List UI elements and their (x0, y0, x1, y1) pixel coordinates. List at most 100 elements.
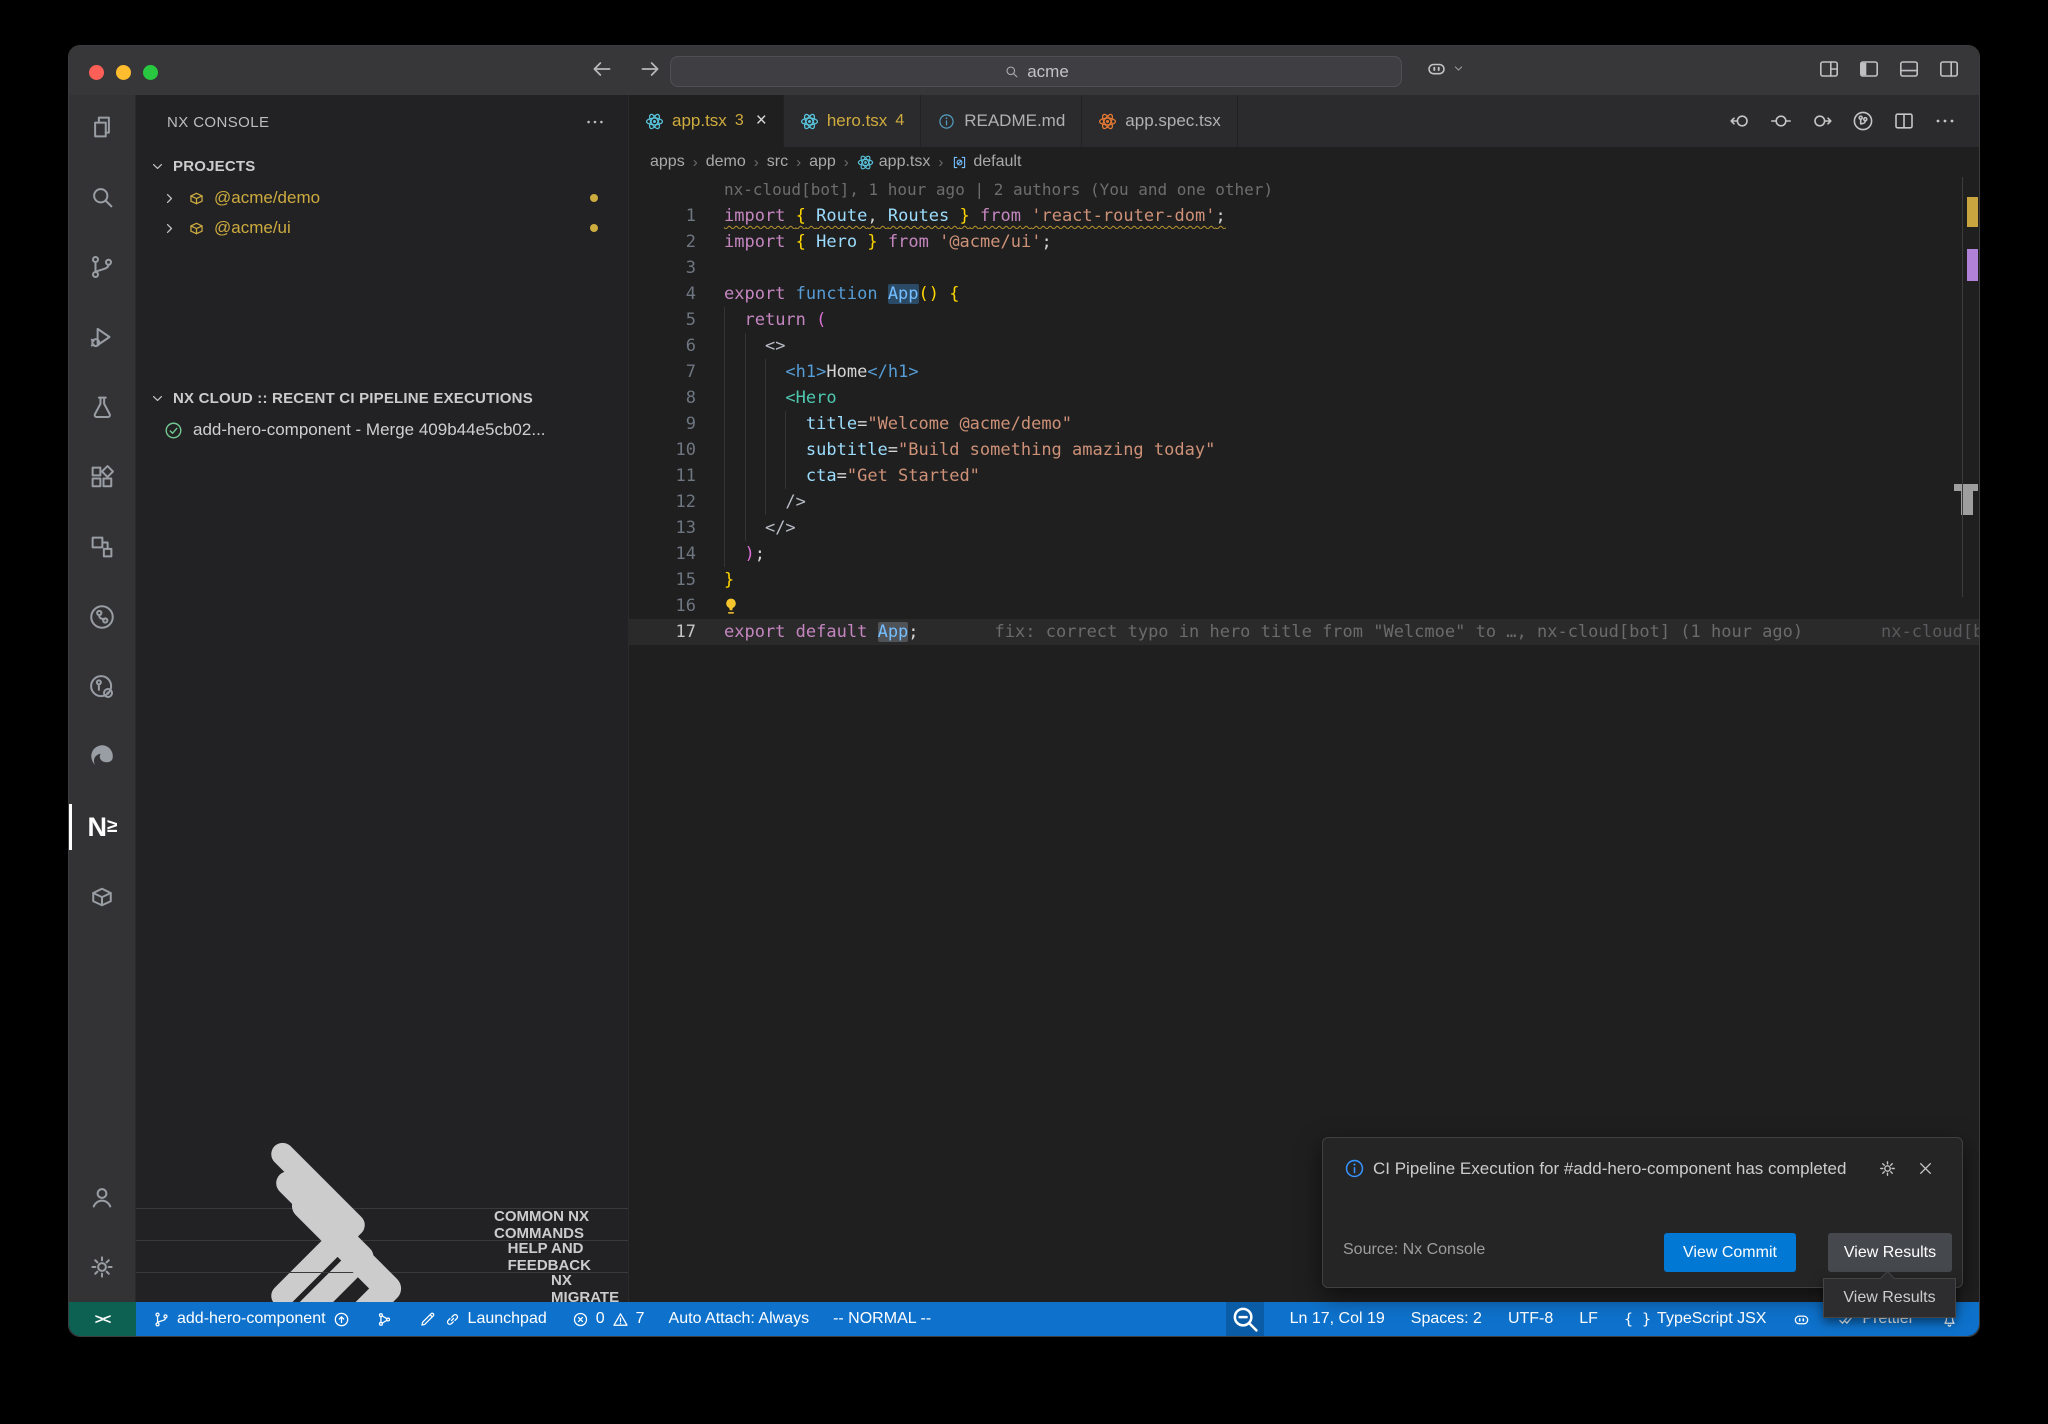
remote-indicator[interactable]: >< (69, 1302, 136, 1336)
tab-hero.tsx[interactable]: hero.tsx 4 (784, 95, 921, 147)
gear-icon[interactable] (1877, 1158, 1898, 1179)
status-cursor-position[interactable]: Ln 17, Col 19 (1290, 1310, 1385, 1328)
activity-item-edge-tools[interactable] (69, 722, 135, 792)
workbench: N≥ NX CONSOLE PROJECTS @acme/demo @acme/… (69, 95, 1979, 1302)
activity-item-gitlens[interactable] (69, 652, 135, 722)
activity-item-settings[interactable] (69, 1232, 135, 1302)
code-line-12[interactable]: 12 /> (629, 489, 1979, 515)
run-circle-icon[interactable] (1851, 109, 1875, 133)
forward-icon[interactable] (637, 56, 663, 82)
activity-item-nx-console[interactable]: N≥ (69, 792, 135, 862)
code-line-13[interactable]: 13 </> (629, 515, 1979, 541)
breadcrumb-apps[interactable]: apps (650, 153, 685, 171)
view-commit-button[interactable]: View Commit (1664, 1233, 1796, 1272)
tab-app.tsx[interactable]: app.tsx 3 × (629, 95, 784, 147)
line-number: 8 (629, 385, 724, 411)
nav-position-icon[interactable] (1769, 109, 1793, 133)
status-auto-attach[interactable]: Auto Attach: Always (669, 1310, 810, 1328)
code-line-8[interactable]: 8 <Hero (629, 385, 1979, 411)
activity-item-source-control[interactable] (69, 232, 135, 302)
line-number: 13 (629, 515, 724, 541)
activity-item-run-and-debug[interactable] (69, 302, 135, 372)
more-actions-icon[interactable] (1933, 109, 1957, 133)
status-encoding[interactable]: UTF-8 (1508, 1310, 1553, 1328)
status-vim-mode[interactable]: -- NORMAL -- (833, 1310, 931, 1328)
status-indentation[interactable]: Spaces: 2 (1411, 1310, 1482, 1328)
activity-item-search[interactable] (69, 162, 135, 232)
activity-item-accounts[interactable] (69, 1162, 135, 1232)
code-line-17[interactable]: 17export default App;fix: correct typo i… (629, 619, 1979, 645)
project-item[interactable]: @acme/demo (136, 183, 628, 213)
nav-forward-glyph (1810, 109, 1834, 133)
code-line-6[interactable]: 6 <> (629, 333, 1979, 359)
error-icon (571, 1310, 590, 1329)
section-nx-cloud[interactable]: NX CLOUD :: RECENT CI PIPELINE EXECUTION… (136, 381, 628, 415)
close-window-button[interactable] (89, 65, 104, 80)
code-line-3[interactable]: 3 (629, 255, 1979, 281)
code-line-16[interactable]: 16 (629, 593, 1979, 619)
breadcrumb-app[interactable]: app (809, 153, 836, 171)
section-projects[interactable]: PROJECTS (136, 149, 628, 183)
status-launchpad[interactable]: Launchpad (418, 1310, 547, 1329)
breadcrumb-demo[interactable]: demo (706, 153, 746, 171)
edge-git-blame: nx-cloud[b (1881, 619, 1979, 645)
chevron-right-icon (160, 189, 179, 208)
tab-README.md[interactable]: README.md (921, 95, 1082, 147)
code-line-5[interactable]: 5 return ( (629, 307, 1979, 333)
status-problems[interactable]: 07 (571, 1310, 645, 1329)
pipeline-execution-item[interactable]: add-hero-component - Merge 409b44e5cb02.… (136, 415, 628, 445)
lightbulb-icon[interactable] (720, 595, 742, 617)
more-actions-icon[interactable] (584, 111, 606, 133)
activity-item-testing[interactable] (69, 372, 135, 442)
zoom-window-button[interactable] (143, 65, 158, 80)
package-icon (187, 219, 206, 238)
code-line-15[interactable]: 15} (629, 567, 1979, 593)
status-eol[interactable]: LF (1579, 1310, 1598, 1328)
toggle-panel-left-icon[interactable] (1857, 57, 1881, 81)
copilot-menu[interactable] (1425, 57, 1466, 80)
search-value: acme (1027, 62, 1069, 82)
view-results-tooltip: View Results (1823, 1278, 1956, 1318)
status-language-mode[interactable]: { }TypeScript JSX (1624, 1310, 1766, 1328)
code-line-11[interactable]: 11 cta="Get Started" (629, 463, 1979, 489)
nav-forward-icon[interactable] (1810, 109, 1834, 133)
section-nx-migrate[interactable]: NX MIGRATE (136, 1272, 628, 1304)
activity-item-containers[interactable] (69, 862, 135, 932)
status-scm-graph[interactable] (375, 1310, 394, 1329)
close-icon[interactable] (1915, 1158, 1936, 1179)
close-icon[interactable]: × (756, 110, 767, 132)
code-editor[interactable]: nx-cloud[bot], 1 hour ago | 2 authors (Y… (629, 177, 1979, 1302)
code-line-10[interactable]: 10 subtitle="Build something amazing tod… (629, 437, 1979, 463)
code-line-1[interactable]: 1import { Route, Routes } from 'react-ro… (629, 203, 1979, 229)
nav-back-icon[interactable] (1728, 109, 1752, 133)
activity-item-commit-graph[interactable] (69, 582, 135, 652)
customize-layout-icon[interactable] (1817, 57, 1841, 81)
copilot-icon (1792, 1310, 1811, 1329)
tab-app.spec.tsx[interactable]: app.spec.tsx (1082, 95, 1237, 147)
split-editor-icon[interactable] (1892, 109, 1916, 133)
status-git-branch[interactable]: add-hero-component (152, 1310, 351, 1329)
toggle-panel-bottom-icon[interactable] (1897, 57, 1921, 81)
line-number: 5 (629, 307, 724, 333)
code-line-7[interactable]: 7 <h1>Home</h1> (629, 359, 1979, 385)
breadcrumb-src[interactable]: src (767, 153, 788, 171)
activity-item-extensions[interactable] (69, 442, 135, 512)
activity-item-explorer[interactable] (69, 92, 135, 162)
code-line-2[interactable]: 2import { Hero } from '@acme/ui'; (629, 229, 1979, 255)
minimize-window-button[interactable] (116, 65, 131, 80)
info-icon (1343, 1157, 1366, 1180)
line-number: 3 (629, 255, 724, 281)
code-line-9[interactable]: 9 title="Welcome @acme/demo" (629, 411, 1979, 437)
view-results-button[interactable]: View Results (1828, 1233, 1952, 1272)
code-line-4[interactable]: 4export function App() { (629, 281, 1979, 307)
code-line-14[interactable]: 14 ); (629, 541, 1979, 567)
command-center-search[interactable]: acme (670, 56, 1402, 87)
back-icon[interactable] (589, 56, 615, 82)
activity-item-references[interactable] (69, 512, 135, 582)
status-copilot[interactable] (1792, 1310, 1811, 1329)
breadcrumb-default[interactable]: default (951, 153, 1021, 171)
status-zoom-indicator[interactable] (1226, 1302, 1264, 1336)
toggle-panel-right-icon[interactable] (1937, 57, 1961, 81)
project-item[interactable]: @acme/ui (136, 213, 628, 243)
breadcrumb-app.tsx[interactable]: app.tsx (857, 153, 931, 171)
